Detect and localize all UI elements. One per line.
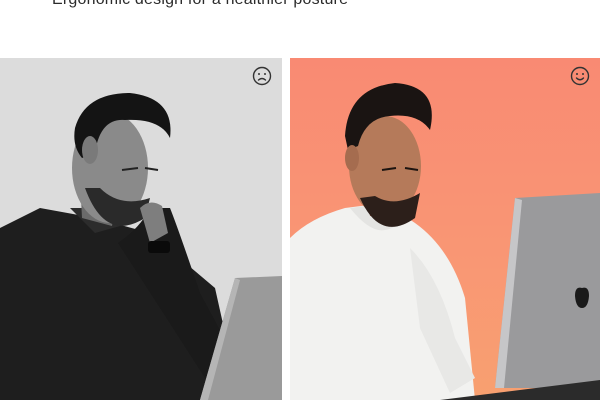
frown-face-icon bbox=[252, 66, 272, 86]
bad-posture-panel bbox=[0, 58, 282, 400]
smile-face-icon bbox=[570, 66, 590, 86]
good-posture-panel bbox=[290, 58, 600, 400]
good-posture-photo bbox=[290, 83, 600, 400]
bad-posture-photo bbox=[0, 93, 282, 400]
headline-text: Ergonomic design for a healthier posture bbox=[52, 0, 348, 9]
